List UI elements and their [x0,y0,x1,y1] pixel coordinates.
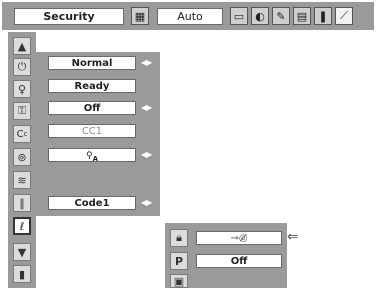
lock-icon[interactable]: 🔒︎ [170,229,188,247]
scroll-down-icon[interactable]: ▼ [13,243,31,261]
image-select-icon[interactable]: ▭ [230,7,248,25]
scroll-up-icon[interactable]: ▲ [13,37,31,55]
setting-row-6[interactable]: Code1 [48,196,136,210]
row-1-arrows-icon[interactable]: ◀▶ [141,58,152,68]
pin-p-icon[interactable]: P [170,252,188,270]
row-3-arrows-icon[interactable]: ◀▶ [141,103,152,113]
menu-title: Security [14,8,124,25]
power-icon[interactable]: ⏻ [13,58,31,76]
logo-icon[interactable]: ▣ [170,274,188,288]
expand-icon[interactable]: ⟋ [335,7,353,25]
key-lock-icon[interactable]: ⚿ [13,102,31,120]
exit-icon[interactable]: ▮ [13,265,31,283]
selection-arrow-icon: ⇐ [287,229,299,245]
auto-mode-field[interactable]: Auto [157,8,223,25]
setting-row-5[interactable]: ⚲A [48,148,136,163]
setting-row-4: CC1 [48,124,136,138]
screen-icon[interactable]: ✎ [272,7,290,25]
row-5-arrows-icon[interactable]: ◀▶ [141,150,152,160]
security-icon[interactable]: ℓ [13,217,31,235]
image-auto-icon: ⚲A [85,151,98,163]
setting-icon[interactable]: ▤ [293,7,311,25]
pc-adjust-icon[interactable]: ▦ [131,7,149,25]
setting-row-2[interactable]: Ready [48,79,136,93]
row-6-arrows-icon[interactable]: ◀▶ [141,198,152,208]
image-adjust-icon[interactable]: ◐ [251,7,269,25]
pin-value-field[interactable]: Off [196,254,282,268]
closed-caption-icon[interactable]: Cc [13,125,31,143]
lamp-icon[interactable]: ♀ [13,80,31,98]
filter-icon[interactable]: ≋ [13,171,31,189]
sound-icon[interactable]: ❚ [314,7,332,25]
setting-row-3[interactable]: Off [48,101,136,115]
setting-row-1[interactable]: Normal [48,56,136,70]
pen-icon[interactable]: ∥ [13,194,31,212]
pin-lock-field[interactable]: ⊸◎̸ [196,231,282,245]
eye-icon[interactable]: ⊚ [13,148,31,166]
